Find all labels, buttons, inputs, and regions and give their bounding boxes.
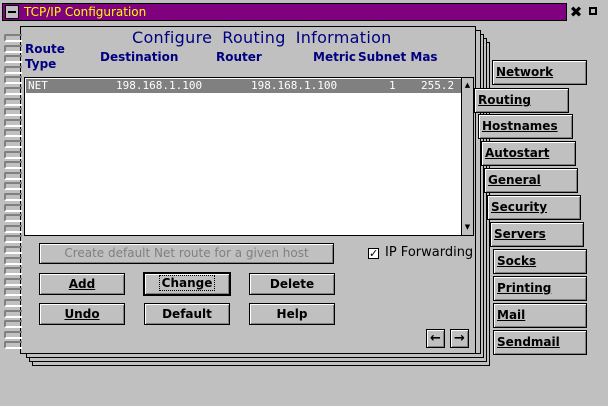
tab-label: Sendmail <box>497 335 560 349</box>
router-cell: 198.168.1.100 <box>251 79 338 92</box>
change-button-label: Change <box>158 275 216 291</box>
binding-ring <box>4 151 22 159</box>
create-default-route-button[interactable]: Create default Net route for a given hos… <box>39 243 334 264</box>
column-header-router: Router <box>216 50 262 64</box>
change-button[interactable]: Change <box>143 272 231 296</box>
binding-ring <box>4 214 22 222</box>
add-button-label: Add <box>68 277 96 291</box>
binding-ring <box>4 108 22 116</box>
help-button-label: Help <box>276 307 308 321</box>
delete-button[interactable]: Delete <box>249 273 335 295</box>
column-header-subnet-mask: Subnet Mas <box>358 50 438 64</box>
tab-routing[interactable]: Routing <box>474 88 569 113</box>
scroll-up-icon[interactable]: ▲ <box>462 80 473 91</box>
binding-ring <box>4 278 22 286</box>
tab-network[interactable]: Network <box>492 60 587 85</box>
binding-ring <box>4 182 22 190</box>
binding-ring <box>4 55 22 63</box>
tab-socks[interactable]: Socks <box>493 249 587 274</box>
tab-label: Servers <box>494 227 546 241</box>
tab-general[interactable]: General <box>484 168 578 193</box>
binding-ring <box>4 341 22 349</box>
undo-button-label: Undo <box>64 307 100 321</box>
page-title-word: Routing <box>222 28 286 47</box>
window-title: TCP/IP Configuration <box>24 5 147 19</box>
column-header-route-type-line1: Route <box>25 42 65 56</box>
tab-label: Printing <box>497 281 552 295</box>
binding-ring <box>4 257 22 265</box>
binding-ring <box>4 172 22 180</box>
binding-ring <box>4 34 22 42</box>
tab-printing[interactable]: Printing <box>493 276 587 301</box>
binding-ring <box>4 76 22 84</box>
ip-forwarding-label: IP Forwarding <box>385 245 474 260</box>
default-button[interactable]: Default <box>144 303 230 325</box>
page-title: Configure Routing Information <box>132 28 402 47</box>
tab-label: Routing <box>478 93 532 107</box>
route-type-cell: NET <box>28 79 48 92</box>
tab-servers[interactable]: Servers <box>490 222 584 247</box>
tab-label: General <box>488 173 541 187</box>
binding-ring <box>4 119 22 127</box>
binding-ring <box>4 299 22 307</box>
binding-ring <box>4 129 22 137</box>
subnet-mask-cell: 255.2 <box>421 79 455 92</box>
binding-ring <box>4 161 22 169</box>
binding-ring <box>4 331 22 339</box>
list-scrollbar[interactable]: ▲ ▼ <box>461 78 473 235</box>
binding-ring <box>4 66 22 74</box>
table-row[interactable]: NET 198.168.1.100 198.168.1.100 1 255.2 <box>26 79 462 93</box>
column-header-route-type: Route Type <box>25 42 65 72</box>
undo-button[interactable]: Undo <box>39 303 125 325</box>
tab-mail[interactable]: Mail <box>493 303 587 328</box>
metric-cell: 1 <box>389 79 396 92</box>
binding-ring <box>4 87 22 95</box>
binding-ring <box>4 235 22 243</box>
binding-ring <box>4 267 22 275</box>
destination-cell: 198.168.1.100 <box>116 79 203 92</box>
arrow-left-icon[interactable]: ← <box>426 329 445 348</box>
minus-icon[interactable] <box>5 5 19 19</box>
binding-ring <box>4 246 22 254</box>
page-title-word: Configure <box>132 28 213 47</box>
page-title-word: Information <box>295 28 392 47</box>
column-header-metric: Metric <box>313 50 356 64</box>
binding-ring <box>4 140 22 148</box>
binding-ring <box>4 45 22 53</box>
help-button[interactable]: Help <box>249 303 335 325</box>
binding-ring <box>4 310 22 318</box>
binding-ring <box>4 288 22 296</box>
maximize-icon[interactable] <box>586 5 600 19</box>
tab-label: Autostart <box>485 146 550 160</box>
tab-autostart[interactable]: Autostart <box>481 141 576 166</box>
tab-label: Socks <box>497 254 537 268</box>
delete-button-label: Delete <box>269 277 315 291</box>
tab-security[interactable]: Security <box>487 195 581 220</box>
column-header-destination: Destination <box>100 50 179 64</box>
column-header-route-type-line2: Type <box>25 57 57 71</box>
route-list[interactable] <box>24 77 474 236</box>
add-button[interactable]: Add <box>39 273 125 295</box>
close-icon[interactable]: ✖ <box>568 4 584 20</box>
tab-hostnames[interactable]: Hostnames <box>478 114 573 139</box>
binding-ring <box>4 225 22 233</box>
binding-ring <box>4 193 22 201</box>
ip-forwarding-checkbox[interactable]: ✓ <box>368 248 379 259</box>
binding-ring <box>4 320 22 328</box>
default-button-label: Default <box>162 307 212 321</box>
tab-label: Security <box>491 200 548 214</box>
arrow-right-icon[interactable]: → <box>450 329 469 348</box>
tab-label: Network <box>496 65 554 79</box>
binding-ring <box>4 98 22 106</box>
tab-sendmail[interactable]: Sendmail <box>493 330 587 355</box>
tab-label: Mail <box>497 308 526 322</box>
tab-label: Hostnames <box>482 119 558 133</box>
binding-ring <box>4 204 22 212</box>
scroll-down-icon[interactable]: ▼ <box>462 222 473 233</box>
